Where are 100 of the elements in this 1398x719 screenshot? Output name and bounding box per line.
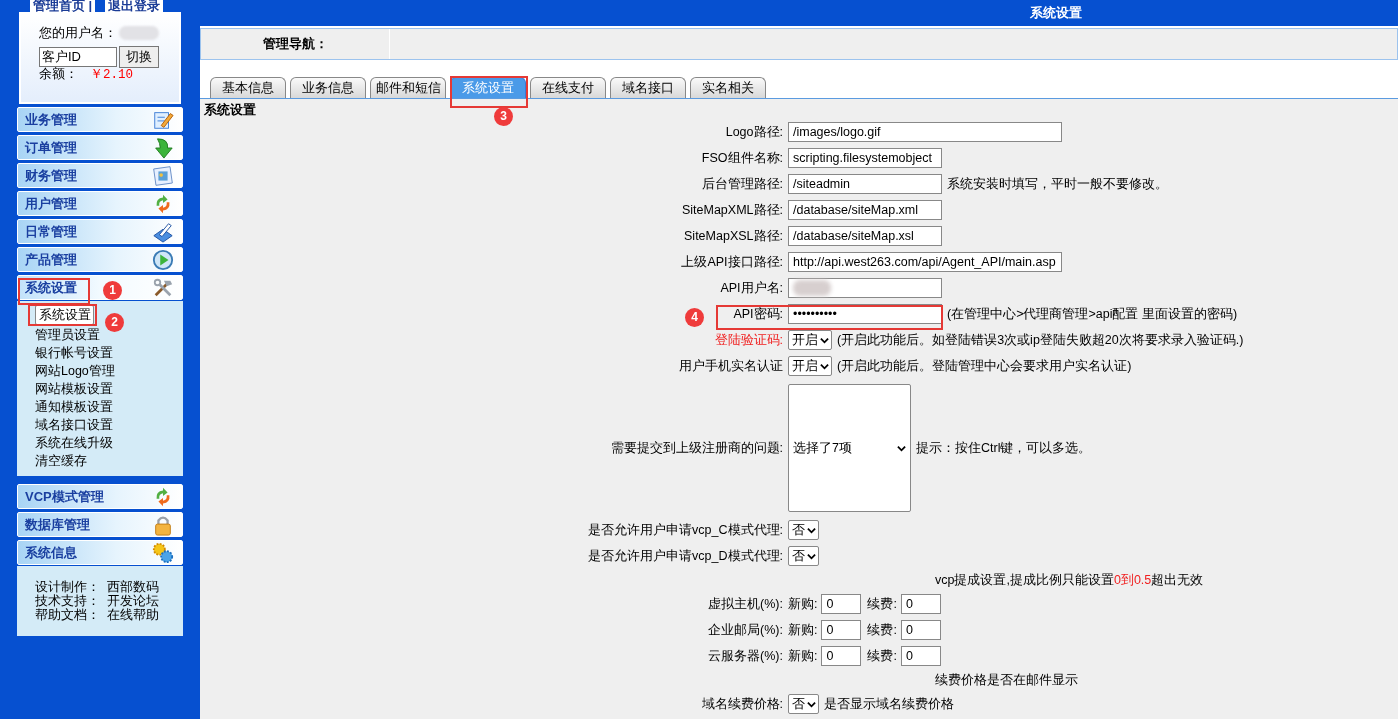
page-title: 系统设置 [1030,4,1082,22]
submenu-item[interactable]: 系统在线升级 [35,436,113,451]
field-label: 用户手机实名认证 [679,359,783,373]
field-label: 域名续费价格: [701,697,783,711]
input-field[interactable]: 0 [900,594,941,614]
info-link[interactable]: 西部数码 [107,580,159,594]
renew-label: 续费: [867,621,897,639]
tab[interactable]: 实名相关 [690,77,766,98]
chevron-icon [820,361,829,371]
input-field[interactable]: scripting.filesystemobject [788,148,942,168]
play-icon [152,248,174,271]
menu-item[interactable]: 财务管理 [17,163,183,188]
field-label: 是否允许用户申请vcp_C模式代理: [588,523,783,537]
section-note: 续费价格是否在邮件显示 [934,672,1079,689]
chevron-icon [820,335,829,345]
submenu-item[interactable]: 银行帐号设置 [35,346,113,361]
customer-id-field[interactable]: 客户ID [39,47,117,67]
arrow-icon [152,136,174,159]
balance-label: 余额： [39,65,78,83]
dropdown[interactable]: 开启 [788,356,832,376]
input-field[interactable]: 0 [821,594,862,614]
dropdown[interactable]: 否 [788,546,819,566]
submenu-item[interactable]: 系统设置 [35,305,94,325]
field-label: 需要提交到上级注册商的问题: [610,441,783,455]
renew-label: 续费: [867,647,897,665]
highlight-frame [28,304,97,326]
chevron-icon [807,551,816,561]
field-label: Logo路径: [725,125,783,139]
submenu-item[interactable]: 管理员设置 [35,328,100,343]
menu-item[interactable]: 产品管理 [17,247,183,272]
dropdown[interactable]: 否 [788,694,819,714]
menu-item[interactable]: 业务管理 [17,107,183,132]
notepad-pencil-icon [152,220,174,243]
field-label: 云服务器(%): [708,649,783,663]
field-hint: (在管理中心>代理商管理>api配置 里面设置的密码) [947,305,1238,323]
chevron-icon [807,699,816,709]
field-label: 企业邮局(%): [708,623,783,637]
field-label: FSO组件名称: [701,151,783,165]
input-field[interactable]: /database/siteMap.xml [788,200,942,220]
submenu-item[interactable]: 清空缓存 [35,454,87,469]
input-field[interactable]: 0 [821,646,862,666]
balance-amount: ￥2.10 [90,66,133,83]
menu-item[interactable]: 订单管理 [17,135,183,160]
info-label: 帮助文档： [35,608,101,622]
switch-button[interactable]: 切换 [119,46,159,68]
info-label: 设计制作： [35,580,101,594]
info-link[interactable]: 在线帮助 [107,608,159,622]
input-field[interactable]: •••••••••• [788,304,942,324]
menu-item[interactable]: 用户管理 [17,191,183,216]
menu-item[interactable]: VCP模式管理 [17,484,183,509]
input-field[interactable]: 0 [900,620,941,640]
chevron-icon [897,443,906,453]
dropdown[interactable]: 开启 [788,330,832,350]
blurred-text [119,26,159,40]
tools-icon [152,276,174,299]
menu-item[interactable]: 日常管理 [17,219,183,244]
input-field[interactable]: 0 [900,646,941,666]
input-field[interactable]: /images/logo.gif [788,122,1062,142]
tab[interactable]: 在线支付 [530,77,606,98]
section-title: 系统设置 [204,103,256,117]
dropdown[interactable]: 否 [788,520,819,540]
field-hint: 系统安装时填写，平时一般不要修改。 [947,175,1168,193]
field-label: 是否允许用户申请vcp_D模式代理: [588,549,783,563]
input-field[interactable]: /database/siteMap.xsl [788,226,942,246]
info-link[interactable]: 开发论坛 [107,594,159,608]
tab[interactable]: 基本信息 [210,77,286,98]
new-label: 新购: [788,621,818,639]
menu-item[interactable]: 数据库管理 [17,512,183,537]
field-label: 登陆验证码: [714,333,783,347]
submenu-item[interactable]: 域名接口设置 [35,418,113,433]
field-label: SiteMapXML路径: [681,203,783,217]
field-hint: 是否显示域名续费价格 [824,695,954,713]
tab[interactable]: 邮件和短信 [370,77,446,98]
input-field[interactable]: http://api.west263.com/api/Agent_API/main.asp [788,252,1062,272]
section-note: vcp提成设置,提成比例只能设置0到0.5超出无效 [934,572,1205,589]
info-label: 技术支持： [35,594,101,608]
gears-icon [152,541,174,564]
tab[interactable]: 域名接口 [610,77,686,98]
field-label: API用户名: [720,281,783,295]
field-label: 虚拟主机(%): [708,597,783,611]
chevron-icon [807,525,816,535]
field-label: 上级API接口路径: [681,255,783,269]
submenu-item[interactable]: 通知模板设置 [35,400,113,415]
field-hint: 提示：按住Ctrl键，可以多选。 [916,440,1092,457]
photo-icon [152,164,174,187]
field-label: API密码: [733,307,783,321]
menu-item[interactable]: 系统信息 [17,540,183,565]
username-label: 您的用户名： [39,24,117,42]
submenu-item[interactable]: 网站模板设置 [35,382,113,397]
nav-label: 管理导航： [262,35,328,53]
field-label: SiteMapXSL路径: [684,229,783,243]
input-field[interactable] [788,278,942,298]
highlight-frame [18,278,90,305]
multi-select[interactable]: 选择了7项 [788,384,911,512]
input-field[interactable]: 0 [821,620,862,640]
input-field[interactable]: /siteadmin [788,174,942,194]
tab[interactable]: 业务信息 [290,77,366,98]
field-label: 后台管理路径: [701,177,783,191]
submenu-item[interactable]: 网站Logo管理 [35,364,115,379]
field-hint: (开启此功能后。如登陆错误3次或ip登陆失败超20次将要求录入验证码.) [837,331,1244,349]
